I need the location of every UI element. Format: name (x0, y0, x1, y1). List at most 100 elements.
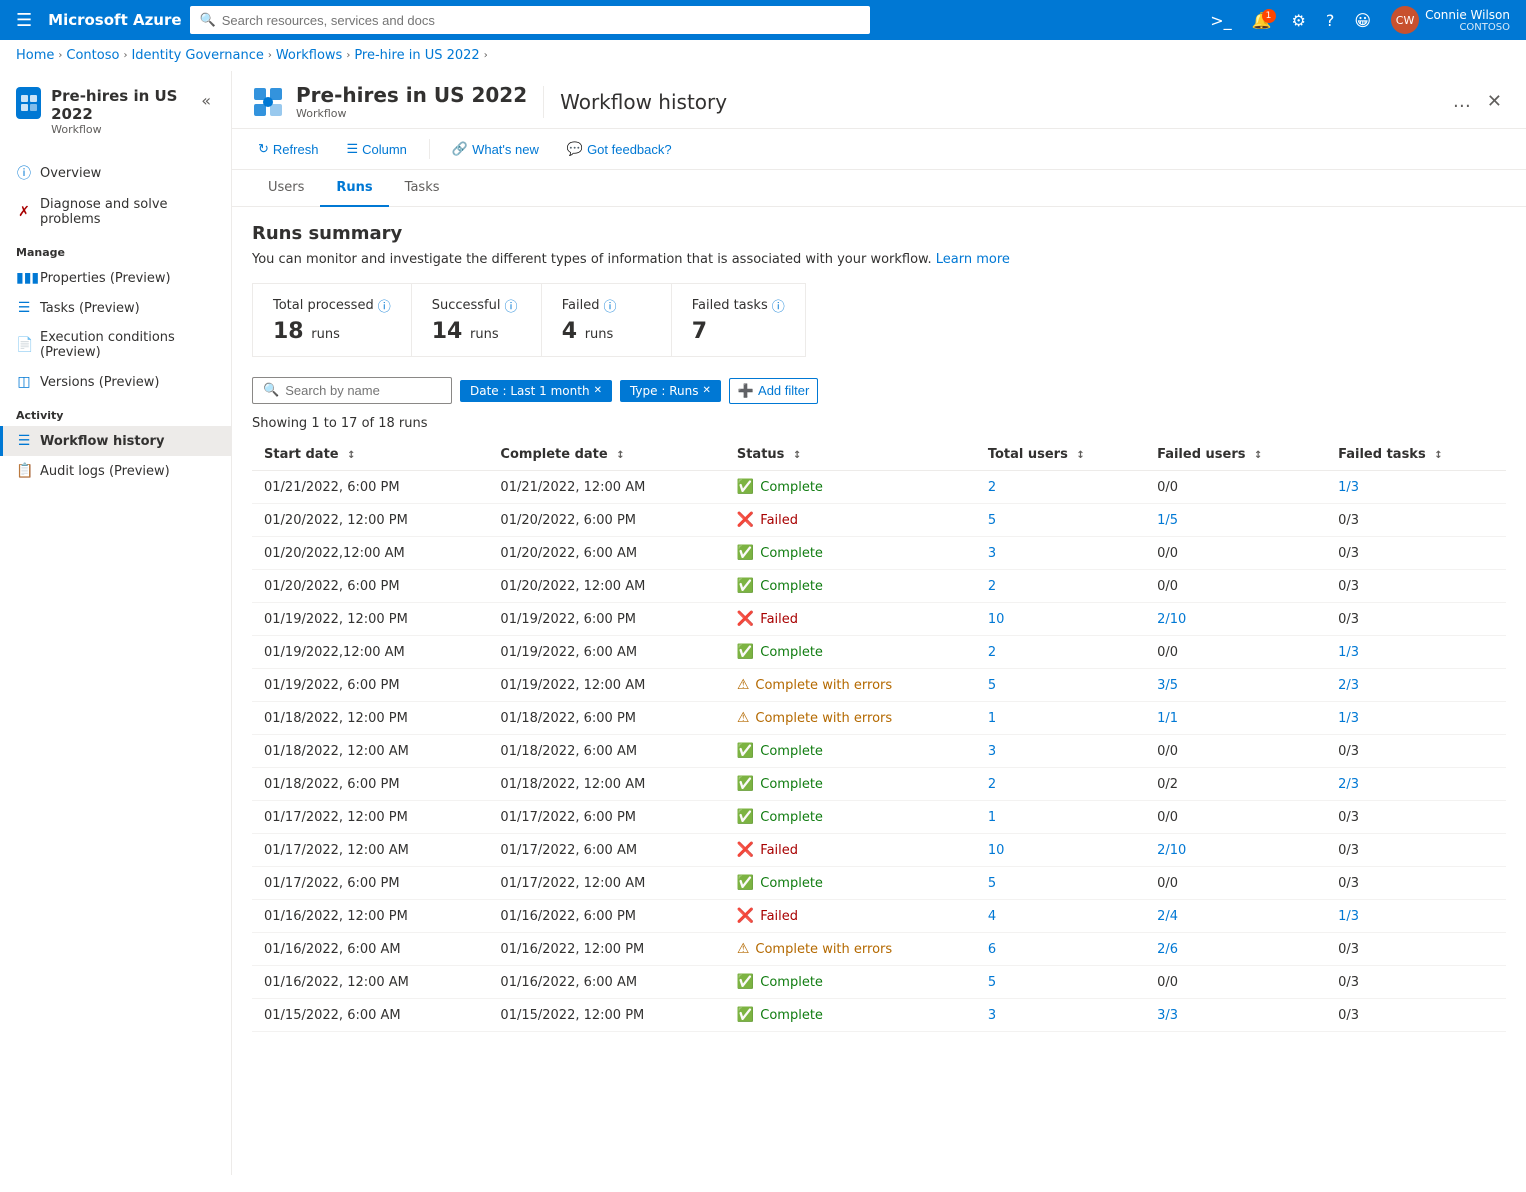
cell-failed-users[interactable]: 0/0 (1145, 570, 1326, 603)
cell-failed-users[interactable]: 2/10 (1145, 834, 1326, 867)
sidebar-item-tasks[interactable]: ☰ Tasks (Preview) (0, 293, 231, 323)
cell-failed-tasks[interactable]: 1/3 (1326, 636, 1506, 669)
cell-total-users[interactable]: 10 (976, 834, 1145, 867)
total-users-link[interactable]: 2 (988, 480, 996, 495)
total-users-link[interactable]: 2 (988, 777, 996, 792)
cell-failed-tasks[interactable]: 0/3 (1326, 867, 1506, 900)
cell-failed-users[interactable]: 1/5 (1145, 504, 1326, 537)
cell-failed-users[interactable]: 3/5 (1145, 669, 1326, 702)
breadcrumb-contoso[interactable]: Contoso (66, 48, 119, 63)
feedback-icon[interactable]: 😀 (1346, 7, 1379, 34)
sidebar-item-workflow-history[interactable]: ☰ Workflow history (0, 426, 231, 456)
type-filter-close-icon[interactable]: ✕ (702, 385, 710, 396)
cell-total-users[interactable]: 1 (976, 702, 1145, 735)
breadcrumb-workflows[interactable]: Workflows (276, 48, 342, 63)
cell-failed-tasks[interactable]: 0/3 (1326, 537, 1506, 570)
total-users-link[interactable]: 10 (988, 843, 1005, 858)
sort-start-date-icon[interactable]: ↕ (347, 450, 355, 461)
add-filter-button[interactable]: ➕ Add filter (729, 378, 819, 404)
search-field-input[interactable] (285, 383, 441, 398)
sort-failed-users-icon[interactable]: ↕ (1254, 450, 1262, 461)
total-users-link[interactable]: 5 (988, 513, 996, 528)
cell-total-users[interactable]: 5 (976, 966, 1145, 999)
tab-runs[interactable]: Runs (320, 170, 388, 207)
failed-tasks-link[interactable]: 2/3 (1338, 777, 1359, 792)
global-search-bar[interactable]: 🔍 (190, 6, 870, 34)
cell-failed-tasks[interactable]: 0/3 (1326, 933, 1506, 966)
col-failed-users[interactable]: Failed users ↕ (1145, 439, 1326, 471)
total-users-link[interactable]: 1 (988, 711, 996, 726)
failed-tasks-link[interactable]: 1/3 (1338, 909, 1359, 924)
learn-more-link[interactable]: Learn more (936, 252, 1010, 267)
failed-tasks-link[interactable]: 1/3 (1338, 480, 1359, 495)
total-users-link[interactable]: 1 (988, 810, 996, 825)
breadcrumb-home[interactable]: Home (16, 48, 54, 63)
cell-failed-tasks[interactable]: 1/3 (1326, 900, 1506, 933)
failed-users-link[interactable]: 3/3 (1157, 1008, 1178, 1023)
cell-failed-users[interactable]: 0/0 (1145, 471, 1326, 504)
failed-users-link[interactable]: 2/6 (1157, 942, 1178, 957)
col-failed-tasks[interactable]: Failed tasks ↕ (1326, 439, 1506, 471)
total-users-link[interactable]: 10 (988, 612, 1005, 627)
sort-status-icon[interactable]: ↕ (793, 450, 801, 461)
failed-tasks-link[interactable]: 1/3 (1338, 711, 1359, 726)
tab-tasks[interactable]: Tasks (389, 170, 456, 207)
sidebar-item-properties[interactable]: ▮▮▮ Properties (Preview) (0, 263, 231, 293)
col-start-date[interactable]: Start date ↕ (252, 439, 488, 471)
total-users-link[interactable]: 2 (988, 579, 996, 594)
notifications-icon[interactable]: 🔔 1 (1244, 7, 1280, 34)
total-users-link[interactable]: 6 (988, 942, 996, 957)
cell-failed-tasks[interactable]: 0/3 (1326, 570, 1506, 603)
failed-users-link[interactable]: 2/10 (1157, 843, 1186, 858)
cell-total-users[interactable]: 1 (976, 801, 1145, 834)
cell-total-users[interactable]: 3 (976, 537, 1145, 570)
sidebar-item-diagnose[interactable]: ✗ Diagnose and solve problems (0, 190, 231, 234)
cell-total-users[interactable]: 10 (976, 603, 1145, 636)
whats-new-button[interactable]: 🔗 What's new (446, 137, 545, 161)
cell-failed-users[interactable]: 0/2 (1145, 768, 1326, 801)
settings-icon[interactable]: ⚙ (1284, 7, 1314, 34)
cell-failed-users[interactable]: 0/0 (1145, 537, 1326, 570)
cell-failed-tasks[interactable]: 0/3 (1326, 966, 1506, 999)
cell-failed-tasks[interactable]: 2/3 (1326, 669, 1506, 702)
close-panel-btn[interactable]: ✕ (1483, 87, 1506, 116)
total-users-link[interactable]: 3 (988, 744, 996, 759)
failed-users-link[interactable]: 2/4 (1157, 909, 1178, 924)
total-info-icon[interactable]: ⓘ (378, 296, 391, 315)
cell-failed-users[interactable]: 1/1 (1145, 702, 1326, 735)
column-button[interactable]: ☰ Column (340, 137, 412, 161)
failed-users-link[interactable]: 3/5 (1157, 678, 1178, 693)
more-options-btn[interactable]: … (1453, 91, 1471, 112)
cell-total-users[interactable]: 6 (976, 933, 1145, 966)
cell-total-users[interactable]: 2 (976, 570, 1145, 603)
type-filter-chip[interactable]: Type : Runs ✕ (620, 380, 721, 402)
col-total-users[interactable]: Total users ↕ (976, 439, 1145, 471)
feedback-button[interactable]: 💬 Got feedback? (561, 137, 678, 161)
total-users-link[interactable]: 3 (988, 1008, 996, 1023)
cell-total-users[interactable]: 5 (976, 669, 1145, 702)
hamburger-menu[interactable]: ☰ (8, 6, 40, 35)
user-section[interactable]: CW Connie Wilson CONTOSO (1383, 2, 1518, 38)
sidebar-item-overview[interactable]: ⓘ Overview (0, 156, 231, 190)
sidebar-item-audit-logs[interactable]: 📋 Audit logs (Preview) (0, 456, 231, 486)
total-users-link[interactable]: 5 (988, 975, 996, 990)
cell-failed-users[interactable]: 0/0 (1145, 867, 1326, 900)
cell-failed-users[interactable]: 0/0 (1145, 966, 1326, 999)
refresh-button[interactable]: ↻ Refresh (252, 137, 324, 161)
cell-failed-users[interactable]: 2/6 (1145, 933, 1326, 966)
search-input-wrapper[interactable]: 🔍 (252, 377, 452, 404)
total-users-link[interactable]: 5 (988, 876, 996, 891)
cloud-shell-icon[interactable]: >_ (1202, 7, 1239, 34)
sidebar-item-versions[interactable]: ◫ Versions (Preview) (0, 367, 231, 397)
tab-users[interactable]: Users (252, 170, 320, 207)
sort-failed-tasks-icon[interactable]: ↕ (1434, 450, 1442, 461)
total-users-link[interactable]: 4 (988, 909, 996, 924)
cell-total-users[interactable]: 5 (976, 504, 1145, 537)
cell-failed-tasks[interactable]: 0/3 (1326, 834, 1506, 867)
cell-total-users[interactable]: 2 (976, 636, 1145, 669)
total-users-link[interactable]: 2 (988, 645, 996, 660)
sidebar-item-execution[interactable]: 📄 Execution conditions (Preview) (0, 323, 231, 367)
global-search-input[interactable] (222, 13, 860, 28)
total-users-link[interactable]: 3 (988, 546, 996, 561)
col-status[interactable]: Status ↕ (725, 439, 976, 471)
